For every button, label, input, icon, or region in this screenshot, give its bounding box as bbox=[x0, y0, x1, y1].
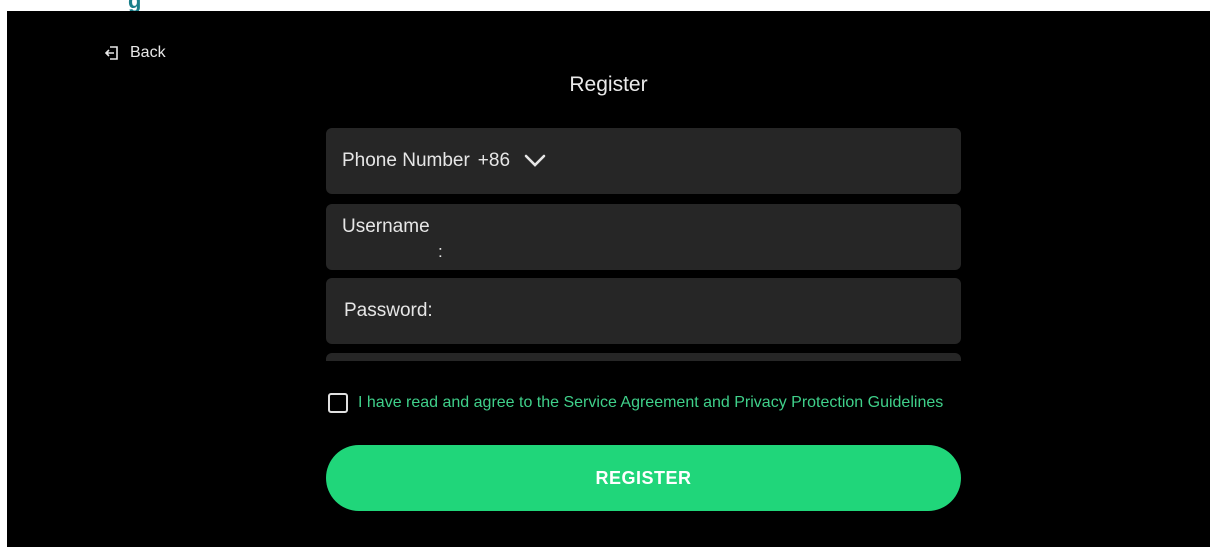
agreement-checkbox[interactable] bbox=[328, 393, 348, 413]
cropped-heading-fragment: g bbox=[128, 0, 142, 11]
phone-number-label: Phone Number bbox=[342, 150, 470, 171]
username-field[interactable]: Username : bbox=[326, 204, 961, 270]
hidden-field-edge[interactable] bbox=[326, 353, 961, 361]
back-label: Back bbox=[130, 44, 166, 61]
country-code-selector[interactable]: +86 bbox=[478, 150, 510, 172]
logout-arrow-icon bbox=[104, 46, 118, 60]
password-label: Password: bbox=[344, 300, 433, 321]
register-screen: Back Register Phone Number +86 Username … bbox=[7, 11, 1210, 547]
register-button[interactable]: REGISTER bbox=[326, 445, 961, 511]
chevron-down-icon[interactable] bbox=[524, 154, 546, 168]
username-label: Username bbox=[342, 216, 430, 237]
back-button[interactable]: Back bbox=[104, 44, 166, 62]
phone-number-field[interactable]: Phone Number +86 bbox=[326, 128, 961, 194]
agreement-row[interactable]: I have read and agree to the Service Agr… bbox=[328, 393, 943, 413]
page-title: Register bbox=[569, 73, 648, 96]
username-colon: : bbox=[438, 242, 443, 261]
password-field[interactable]: Password: bbox=[326, 278, 961, 344]
agreement-text[interactable]: I have read and agree to the Service Agr… bbox=[358, 394, 943, 412]
window-top-edge: g bbox=[0, 0, 1216, 11]
